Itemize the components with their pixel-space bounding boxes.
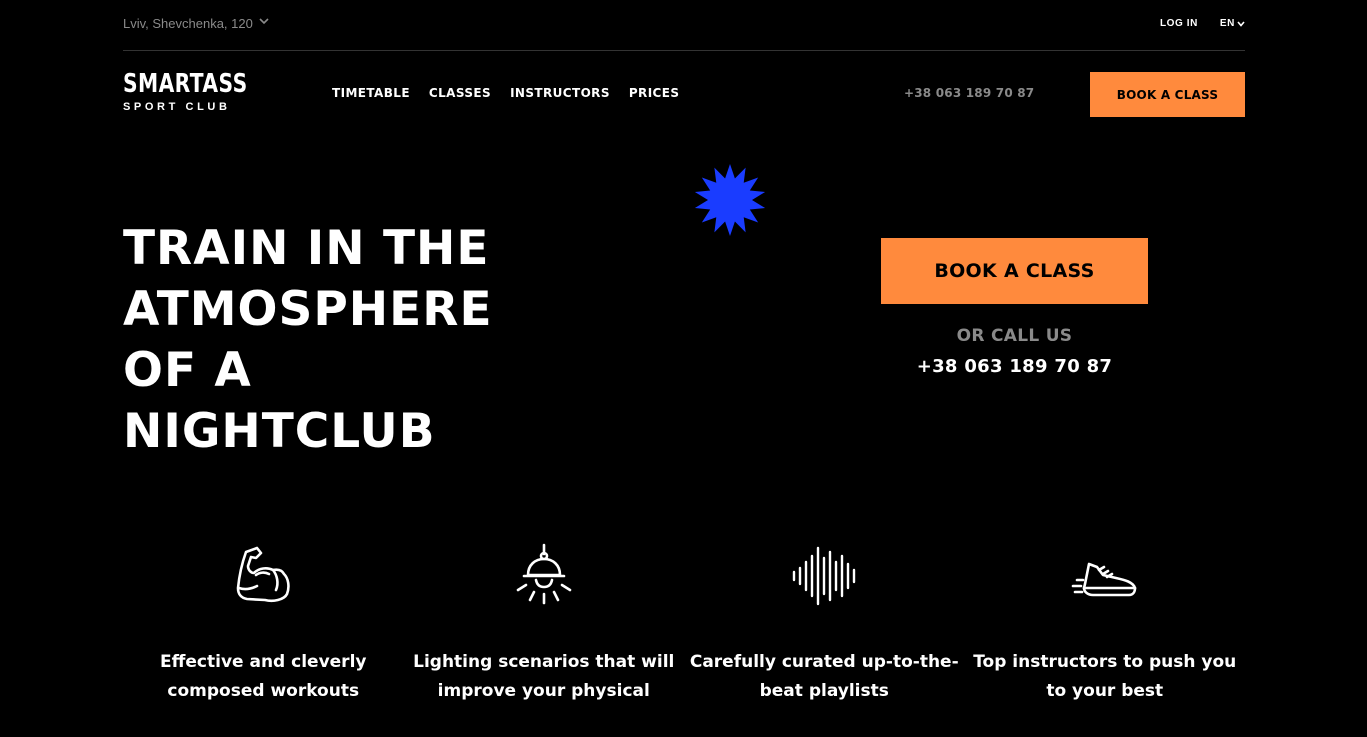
sound-wave-icon — [788, 540, 860, 612]
feature-text: Effective and cleverly composed workouts — [160, 652, 367, 701]
ceiling-lamp-icon — [508, 540, 580, 612]
language-selector[interactable]: EN — [1220, 18, 1245, 29]
logo-tagline: SPORT CLUB — [123, 101, 231, 113]
hero-phone-link[interactable]: +38 063 189 70 87 — [881, 356, 1148, 377]
header-phone-link[interactable]: +38 063 189 70 87 — [904, 86, 1034, 100]
running-shoe-icon — [1069, 540, 1141, 612]
main-nav: TIMETABLE CLASSES INSTRUCTORS PRICES — [332, 86, 679, 100]
feature-item: Effective and cleverly composed workouts — [123, 540, 404, 706]
hero-headline: TRAIN IN THE ATMOSPHERE OF A NIGHTCLUB — [123, 218, 493, 462]
language-label: EN — [1219, 18, 1235, 29]
top-bar: Lviv, Shevchenka, 120 LOG IN EN — [123, 0, 1245, 51]
feature-text: Carefully curated up-to-the-beat playlis… — [689, 652, 959, 701]
login-link[interactable]: LOG IN — [1160, 18, 1198, 29]
muscle-arm-icon — [227, 540, 299, 612]
location-label: Lviv, Shevchenka, 120 — [123, 16, 253, 31]
hero-book-button[interactable]: BOOK A CLASS — [881, 238, 1148, 304]
headline-line: ATMOSPHERE — [123, 282, 493, 337]
headline-line: TRAIN IN THE — [123, 221, 490, 276]
or-call-label: OR CALL US — [956, 326, 1073, 346]
location-selector[interactable]: Lviv, Shevchenka, 120 — [123, 16, 269, 31]
logo-name: SMARTASS — [123, 69, 248, 99]
headline-line: OF A — [123, 343, 252, 398]
nav-item-classes[interactable]: CLASSES — [429, 86, 491, 100]
chevron-down-icon — [1237, 20, 1245, 27]
feature-item: Lighting scenarios that will improve you… — [404, 540, 685, 706]
logo[interactable]: SMARTASS SPORT CLUB — [123, 70, 283, 113]
feature-item: Carefully curated up-to-the-beat playlis… — [684, 540, 965, 706]
feature-item: Top instructors to push you to your best — [965, 540, 1246, 706]
nav-item-instructors[interactable]: INSTRUCTORS — [510, 86, 610, 100]
features-list: Effective and cleverly composed workouts… — [123, 540, 1245, 706]
feature-text: Top instructors to push you to your best — [973, 652, 1237, 701]
chevron-down-icon — [259, 18, 269, 25]
starburst-icon — [694, 164, 766, 236]
nav-item-prices[interactable]: PRICES — [629, 86, 680, 100]
feature-text: Lighting scenarios that will improve you… — [413, 652, 675, 701]
header-book-button[interactable]: BOOK A CLASS — [1090, 72, 1245, 117]
headline-line: NIGHTCLUB — [123, 404, 436, 459]
nav-item-timetable[interactable]: TIMETABLE — [332, 86, 410, 100]
